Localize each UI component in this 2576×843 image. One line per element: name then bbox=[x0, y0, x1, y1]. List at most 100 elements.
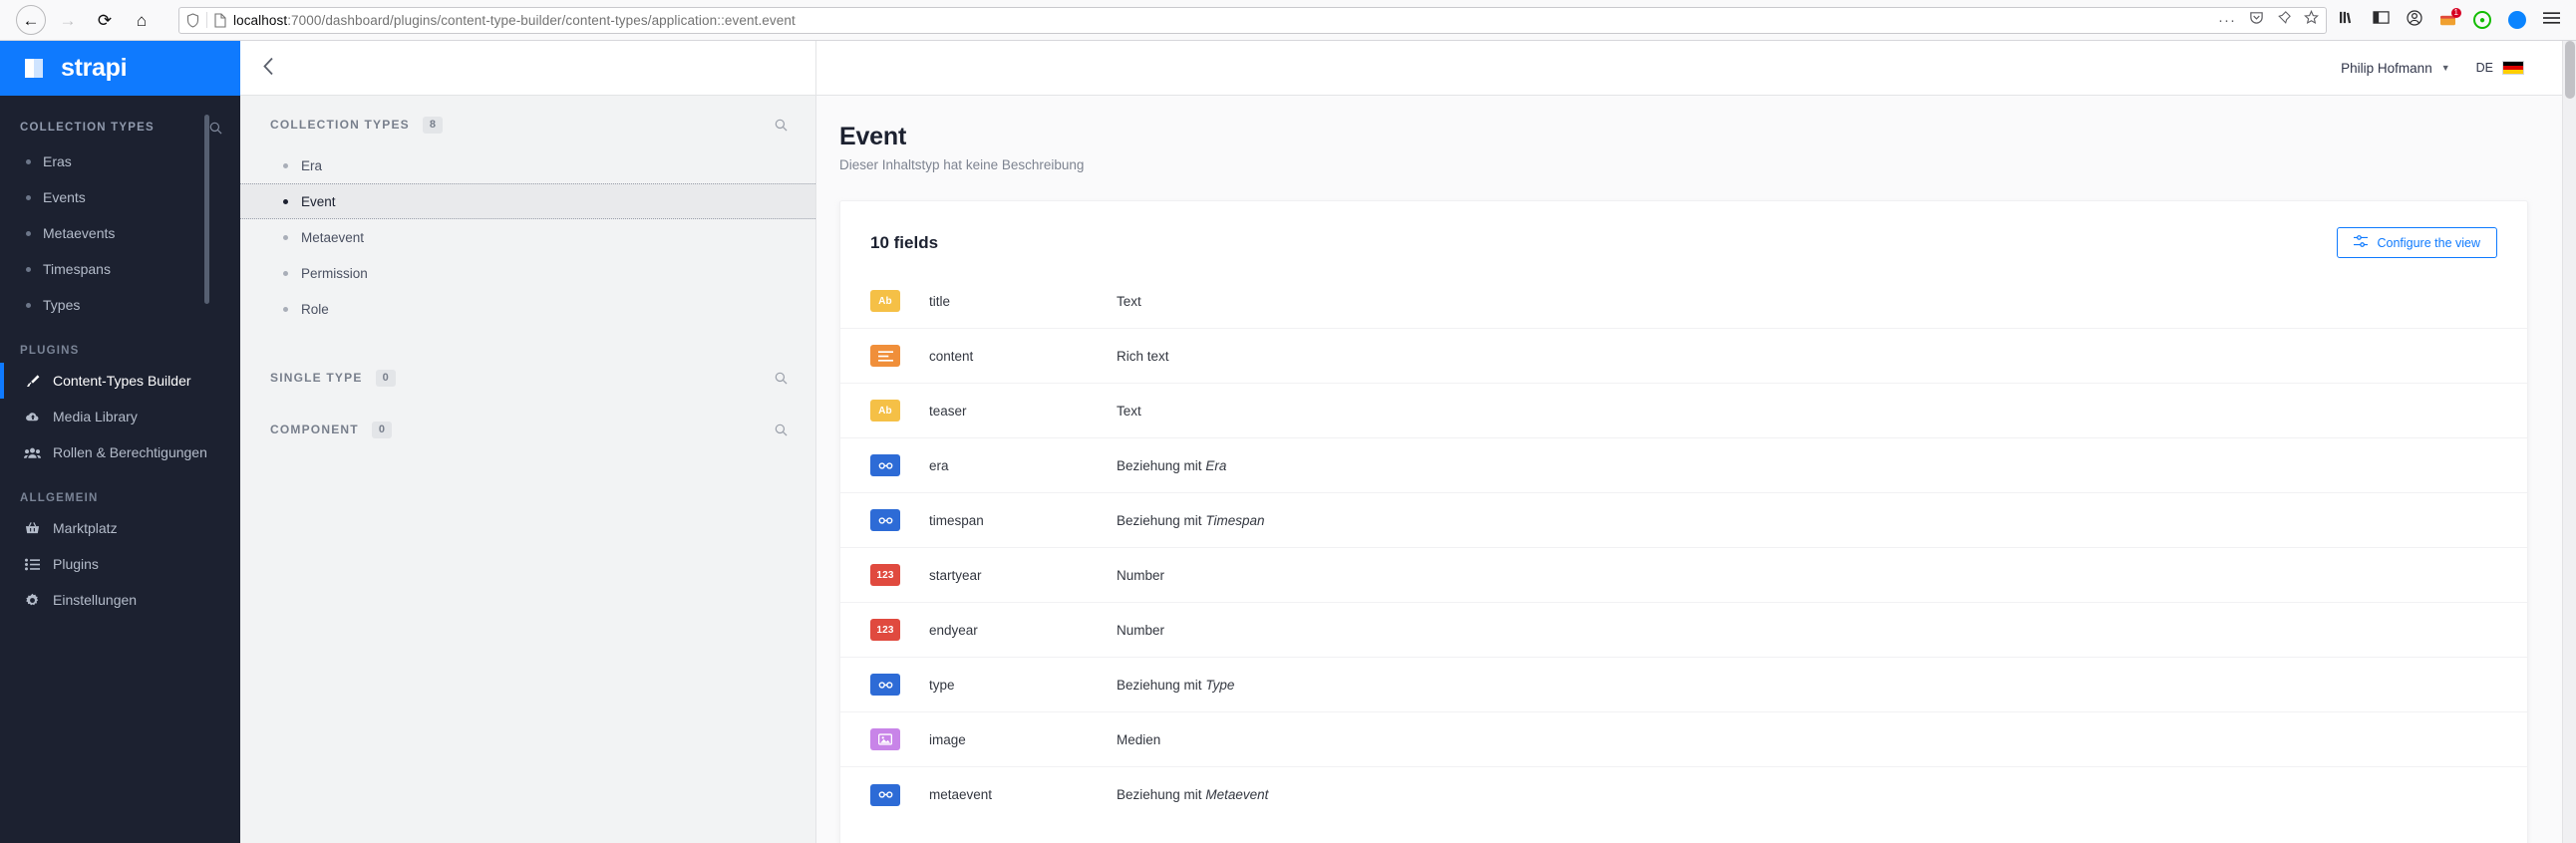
field-type: Text bbox=[1117, 403, 1141, 419]
field-name: title bbox=[929, 293, 951, 309]
sidebar-item-label: Eras bbox=[43, 153, 72, 169]
library-icon[interactable] bbox=[2339, 10, 2356, 30]
table-row[interactable]: Ab teaser Text bbox=[840, 384, 2527, 438]
table-row[interactable]: type Beziehung mit Type bbox=[840, 658, 2527, 712]
sidebar-scrollbar[interactable] bbox=[204, 115, 209, 304]
user-menu[interactable]: Philip Hofmann ▼ bbox=[2341, 61, 2449, 76]
page-scrollbar[interactable] bbox=[2562, 41, 2576, 843]
gear-icon bbox=[24, 593, 41, 608]
component-title-group: COMPONENT 0 bbox=[270, 421, 392, 438]
configure-view-button[interactable]: Configure the view bbox=[2337, 227, 2497, 258]
language-selector[interactable]: DE bbox=[2476, 61, 2524, 75]
address-bar-actions: ··· bbox=[2218, 10, 2319, 30]
sidebar-item-marketplace[interactable]: Marktplatz bbox=[0, 510, 240, 546]
table-row[interactable]: timespan Beziehung mit Timespan bbox=[840, 493, 2527, 548]
user-avatar-green[interactable]: ● bbox=[2473, 11, 2491, 29]
text-field-icon: Ab bbox=[870, 290, 900, 312]
page-document-icon bbox=[214, 12, 226, 28]
brush-icon bbox=[24, 374, 41, 389]
table-row[interactable]: image Medien bbox=[840, 712, 2527, 767]
sidebar-item-settings[interactable]: Einstellungen bbox=[0, 582, 240, 618]
relation-icon bbox=[870, 783, 900, 806]
search-icon[interactable] bbox=[209, 122, 222, 135]
field-type: Number bbox=[1117, 622, 1165, 638]
sidebar-item-label: Plugins bbox=[53, 556, 99, 572]
field-type: Rich text bbox=[1117, 348, 1169, 364]
language-label: DE bbox=[2475, 61, 2493, 75]
content-type-item-event[interactable]: Event bbox=[240, 183, 815, 219]
star-bookmark-icon[interactable] bbox=[2304, 10, 2319, 30]
component-section-header: COMPONENT 0 bbox=[240, 407, 815, 452]
home-button[interactable]: ⌂ bbox=[127, 5, 157, 35]
sidebar-item-label: Content-Types Builder bbox=[53, 373, 191, 389]
shopping-basket-icon bbox=[24, 521, 41, 535]
fields-list: Ab title Text content Rich text Ab tease… bbox=[840, 274, 2527, 822]
scrollbar-thumb[interactable] bbox=[2565, 41, 2575, 99]
chevron-down-icon: ▼ bbox=[2440, 63, 2450, 73]
content-type-label: Role bbox=[301, 301, 329, 317]
user-avatar-blue[interactable] bbox=[2508, 11, 2526, 29]
bullet-icon bbox=[283, 162, 288, 168]
bullet-icon bbox=[283, 306, 288, 312]
media-icon bbox=[870, 728, 900, 750]
field-type: Medien bbox=[1117, 731, 1161, 747]
main-content: Philip Hofmann ▼ DE Event Dieser Inhalts… bbox=[816, 41, 2562, 843]
sidebar-item-roles-permissions[interactable]: Rollen & Berechtigungen bbox=[0, 434, 240, 470]
relation-icon bbox=[870, 509, 900, 531]
table-row[interactable]: 123 endyear Number bbox=[840, 603, 2527, 658]
reload-button[interactable]: ⟳ bbox=[90, 5, 120, 35]
main-sidebar: strapi COLLECTION TYPES Eras Events Meta… bbox=[0, 41, 240, 843]
hamburger-menu-icon[interactable] bbox=[2543, 11, 2560, 30]
address-bar[interactable]: localhost:7000/dashboard/plugins/content… bbox=[178, 6, 2327, 34]
field-name: era bbox=[929, 457, 949, 473]
component-count: 0 bbox=[371, 421, 392, 438]
pin-tab-icon[interactable] bbox=[2277, 10, 2291, 30]
back-button[interactable]: ← bbox=[16, 5, 46, 35]
field-name: teaser bbox=[929, 403, 967, 419]
browser-toolbar: ← → ⟳ ⌂ localhost:7000/dashboard/plugins… bbox=[0, 0, 2576, 41]
content-type-item-metaevent[interactable]: Metaevent bbox=[240, 219, 815, 255]
sliders-icon bbox=[2354, 235, 2369, 250]
content-type-label: Metaevent bbox=[301, 229, 365, 245]
search-icon[interactable] bbox=[775, 423, 788, 436]
field-type: Text bbox=[1117, 293, 1141, 309]
url-path: :7000/dashboard/plugins/content-type-bui… bbox=[287, 12, 796, 28]
ellipsis-icon[interactable]: ··· bbox=[2218, 12, 2236, 29]
table-row[interactable]: era Beziehung mit Era bbox=[840, 438, 2527, 493]
bullet-icon bbox=[26, 194, 31, 200]
pocket-icon[interactable] bbox=[2249, 10, 2264, 30]
content-type-item-permission[interactable]: Permission bbox=[240, 255, 815, 291]
sidebar-item-label: Marktplatz bbox=[53, 520, 118, 536]
fields-card: 10 fields Configure the view Ab title Te… bbox=[839, 200, 2528, 843]
content-type-item-era[interactable]: Era bbox=[240, 147, 815, 183]
table-row[interactable]: content Rich text bbox=[840, 329, 2527, 384]
single-type-count: 0 bbox=[375, 369, 396, 387]
extension-badge: 1 bbox=[2450, 7, 2461, 18]
table-row[interactable]: metaevent Beziehung mit Metaevent bbox=[840, 767, 2527, 822]
collection-types-list: Era Event Metaevent Permission Role bbox=[240, 147, 815, 327]
content-type-item-role[interactable]: Role bbox=[240, 291, 815, 327]
sidebar-item-content-types-builder[interactable]: Content-Types Builder bbox=[0, 363, 240, 399]
relation-icon bbox=[870, 454, 900, 476]
number-field-icon: 123 bbox=[870, 564, 900, 586]
url-host: localhost bbox=[233, 12, 288, 28]
sidebar-general-label: ALLGEMEIN bbox=[20, 492, 99, 504]
account-circle-icon[interactable] bbox=[2407, 9, 2422, 31]
table-row[interactable]: Ab title Text bbox=[840, 274, 2527, 329]
strapi-logo[interactable]: strapi bbox=[0, 41, 240, 96]
table-row[interactable]: 123 startyear Number bbox=[840, 548, 2527, 603]
sidebar-item-plugins[interactable]: Plugins bbox=[0, 546, 240, 582]
field-name: type bbox=[929, 677, 955, 693]
sidebar-item-label: Events bbox=[43, 189, 86, 205]
forward-button[interactable]: → bbox=[53, 5, 83, 35]
content-types-panel-topbar bbox=[240, 41, 815, 96]
search-icon[interactable] bbox=[775, 372, 788, 385]
strapi-wordmark: strapi bbox=[61, 54, 128, 82]
search-icon[interactable] bbox=[775, 119, 788, 132]
strapi-admin-app: strapi COLLECTION TYPES Eras Events Meta… bbox=[0, 41, 2562, 843]
chevron-left-icon[interactable] bbox=[262, 57, 275, 80]
sidebar-toggle-icon[interactable] bbox=[2373, 10, 2390, 30]
extension-icon[interactable]: 1 bbox=[2439, 7, 2461, 28]
tracking-protection-shield-icon[interactable] bbox=[186, 12, 199, 28]
sidebar-item-media-library[interactable]: Media Library bbox=[0, 399, 240, 434]
